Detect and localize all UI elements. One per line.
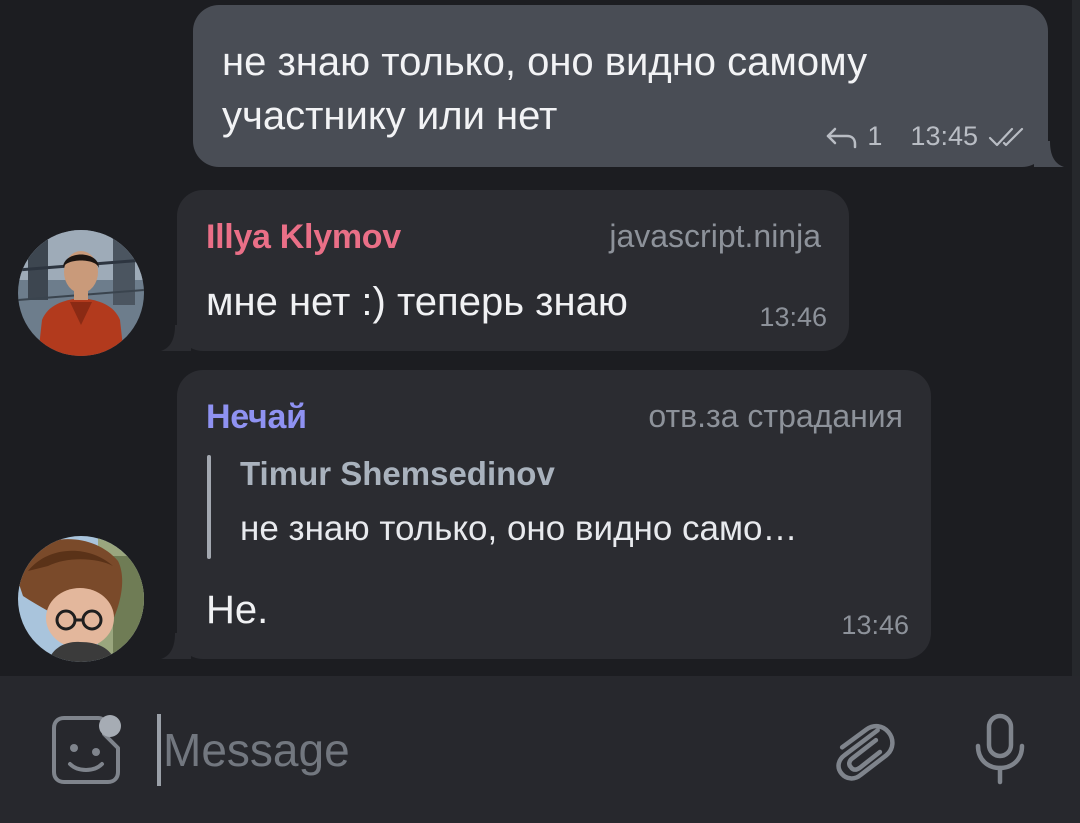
sender-name[interactable]: Нечай <box>206 398 307 437</box>
microphone-icon[interactable] <box>970 712 1030 788</box>
sticker-emoji-icon[interactable] <box>46 712 126 788</box>
incoming-message-bubble[interactable]: Нечай отв.за страдания Timur Shemsedinov… <box>161 370 931 659</box>
avatar-illya-klymov[interactable] <box>18 230 144 356</box>
reply-text: не знаю только, оно видно само… <box>240 509 798 548</box>
bubble-tail <box>161 325 191 351</box>
message-text: мне нет :) теперь знаю <box>206 280 628 324</box>
bubble-tail <box>161 633 191 659</box>
avatar-nechai[interactable] <box>18 536 144 662</box>
sender-badge: отв.за страдания <box>648 398 903 434</box>
message-time: 13:45 <box>910 121 978 151</box>
message-input[interactable] <box>163 718 803 782</box>
message-text: Не. <box>206 588 269 632</box>
reply-quote-bar <box>207 455 211 559</box>
reply-arrow-icon <box>825 125 859 149</box>
sender-name[interactable]: Illya Klymov <box>206 218 401 257</box>
reply-quote[interactable]: Timur Shemsedinov не знаю только, оно ви… <box>207 455 907 559</box>
message-time: 13:46 <box>841 610 909 640</box>
bubble-tail <box>1034 141 1064 167</box>
reply-count: 1 <box>867 121 883 151</box>
reply-author: Timur Shemsedinov <box>240 455 555 492</box>
message-composer <box>0 676 1080 823</box>
outgoing-message-bubble[interactable]: не знаю только, оно видно самому участни… <box>193 5 1064 167</box>
chat-messages-area[interactable]: не знаю только, оно видно самому участни… <box>0 0 1080 676</box>
message-meta: 1 13:45 <box>825 121 1026 152</box>
incoming-message-bubble[interactable]: Illya Klymov javascript.ninja мне нет :)… <box>161 190 849 351</box>
text-cursor <box>157 714 161 786</box>
message-time: 13:46 <box>759 302 827 332</box>
double-check-icon <box>988 125 1026 149</box>
sender-badge: javascript.ninja <box>609 218 821 254</box>
paperclip-icon[interactable] <box>830 714 896 786</box>
scroll-edge <box>1072 0 1080 676</box>
